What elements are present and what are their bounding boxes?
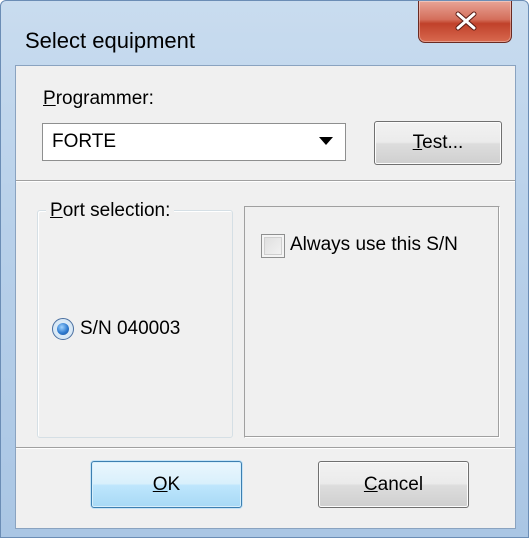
divider [16, 180, 515, 182]
chevron-down-icon [319, 137, 333, 145]
ok-button[interactable]: OK [91, 461, 242, 508]
programmer-select-value: FORTE [52, 131, 117, 152]
radio-selected-dot [57, 323, 69, 335]
port-selection-label: Port selection: [46, 200, 175, 222]
test-button[interactable]: Test... [374, 121, 502, 165]
programmer-label: Programmer: [43, 88, 154, 109]
always-use-sn-checkbox[interactable] [261, 234, 285, 258]
divider [16, 447, 515, 449]
port-radio-label[interactable]: S/N 040003 [80, 318, 180, 340]
port-radio[interactable] [52, 318, 74, 340]
dialog-window: Select equipment Programmer: FORTE Test.… [0, 0, 529, 538]
dialog-client-area: Programmer: FORTE Test... Port selection… [15, 65, 516, 529]
window-title: Select equipment [25, 28, 195, 53]
cancel-button[interactable]: Cancel [318, 461, 469, 508]
always-use-sn-label[interactable]: Always use this S/N [290, 234, 458, 256]
programmer-select[interactable]: FORTE [42, 123, 346, 161]
close-button[interactable] [418, 1, 512, 43]
close-icon [455, 11, 477, 31]
